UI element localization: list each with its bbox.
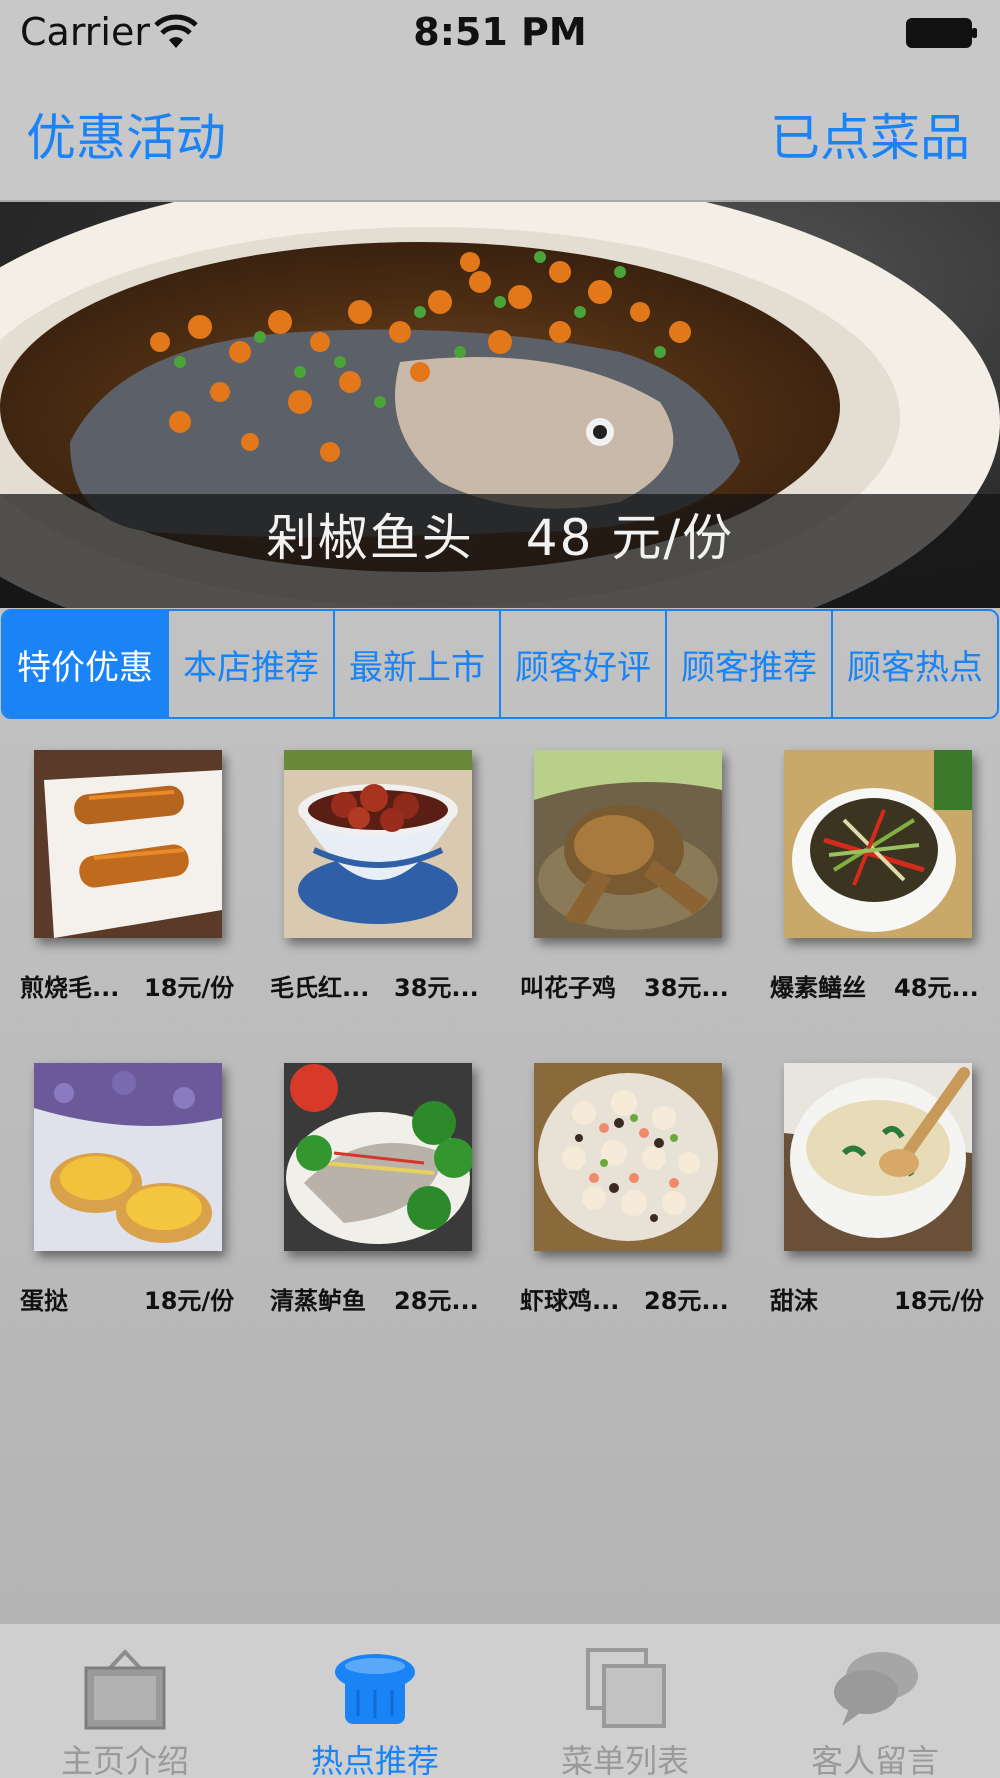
dish-card[interactable]: 叫花子鸡 38元... (500, 750, 750, 1050)
tab-hot-recommendations[interactable]: 热点推荐 (250, 1624, 500, 1778)
segment-customer-reviews[interactable]: 顾客好评 (501, 611, 667, 717)
dish-price: 38元... (644, 974, 729, 1002)
beggars-chicken-image[interactable] (534, 750, 722, 938)
egg-tart-image[interactable] (34, 1063, 222, 1251)
sweet-porridge-image[interactable] (784, 1063, 972, 1251)
shrimp-chicken-image[interactable] (534, 1063, 722, 1251)
tab-menu-list[interactable]: 菜单列表 (500, 1624, 750, 1778)
promotions-button[interactable]: 优惠活动 (26, 98, 226, 170)
dish-name: 煎烧毛... (20, 974, 120, 1002)
dish-name: 甜沫 (770, 1287, 818, 1315)
dish-price: 38元... (394, 974, 479, 1002)
dish-name: 叫花子鸡 (520, 974, 616, 1002)
dish-card[interactable]: 煎烧毛... 18元/份 (0, 750, 250, 1050)
dish-name: 爆素鳝丝 (770, 974, 866, 1002)
tab-guest-messages[interactable]: 客人留言 (750, 1624, 1000, 1778)
chef-hat-icon (335, 1654, 415, 1724)
segment-customer-picks[interactable]: 顾客推荐 (667, 611, 833, 717)
featured-dish-carousel[interactable]: 剁椒鱼头 48 元/份 (0, 202, 1000, 608)
segment-new-arrivals[interactable]: 最新上市 (335, 611, 501, 717)
dish-name: 蛋挞 (20, 1287, 68, 1315)
dish-name: 清蒸鲈鱼 (270, 1287, 366, 1315)
dish-name: 虾球鸡... (520, 1287, 620, 1315)
dish-name: 毛氏红... (270, 974, 370, 1002)
segment-customer-hot[interactable]: 顾客热点 (833, 611, 997, 717)
banner-caption: 剁椒鱼头 48 元/份 (265, 509, 735, 567)
dish-card[interactable]: 甜沫 18元/份 (750, 1063, 1000, 1363)
dish-card[interactable]: 清蒸鲈鱼 28元... (250, 1063, 500, 1363)
dish-card[interactable]: 爆素鳝丝 48元... (750, 750, 1000, 1050)
copy-pages-icon (586, 1648, 666, 1728)
dish-price: 18元/份 (894, 1287, 985, 1315)
clock: 8:51 PM (413, 10, 587, 54)
segment-house-recommendations[interactable]: 本店推荐 (169, 611, 335, 717)
dish-price: 48元... (894, 974, 979, 1002)
dish-card[interactable]: 毛氏红... 38元... (250, 750, 500, 1050)
braised-pork-image[interactable] (284, 750, 472, 938)
battery-icon (906, 18, 977, 48)
shopping-bag-icon (84, 1649, 166, 1730)
dish-price: 28元... (644, 1287, 729, 1315)
navigation-bar: 优惠活动 已点菜品 (0, 66, 1000, 202)
segment-special-offers[interactable]: 特价优惠 (3, 611, 169, 717)
chat-bubbles-icon (834, 1652, 918, 1726)
tab-label: 主页介绍 (60, 1742, 189, 1778)
fried-fish-roll-image[interactable] (34, 750, 222, 938)
category-segmented-control: 特价优惠 本店推荐 最新上市 顾客好评 顾客推荐 顾客热点 (1, 609, 999, 719)
stir-fried-shreds-image[interactable] (784, 750, 972, 938)
ordered-dishes-button[interactable]: 已点菜品 (770, 98, 970, 170)
tab-label: 菜单列表 (560, 1742, 689, 1778)
dish-price: 18元/份 (144, 974, 235, 1002)
dish-price: 18元/份 (144, 1287, 235, 1315)
dish-card[interactable]: 虾球鸡... 28元... (500, 1063, 750, 1363)
status-bar: Carrier 8:51 PM (0, 0, 1000, 66)
tab-label: 客人留言 (810, 1742, 939, 1778)
tab-home-intro[interactable]: 主页介绍 (0, 1624, 250, 1778)
dish-price: 28元... (394, 1287, 479, 1315)
steamed-perch-image[interactable] (284, 1063, 472, 1251)
tab-label: 热点推荐 (310, 1742, 439, 1778)
tab-bar: 主页介绍 热点推荐 菜单列表 客人留言 (0, 1622, 1000, 1778)
dish-card[interactable]: 蛋挞 18元/份 (0, 1063, 250, 1363)
